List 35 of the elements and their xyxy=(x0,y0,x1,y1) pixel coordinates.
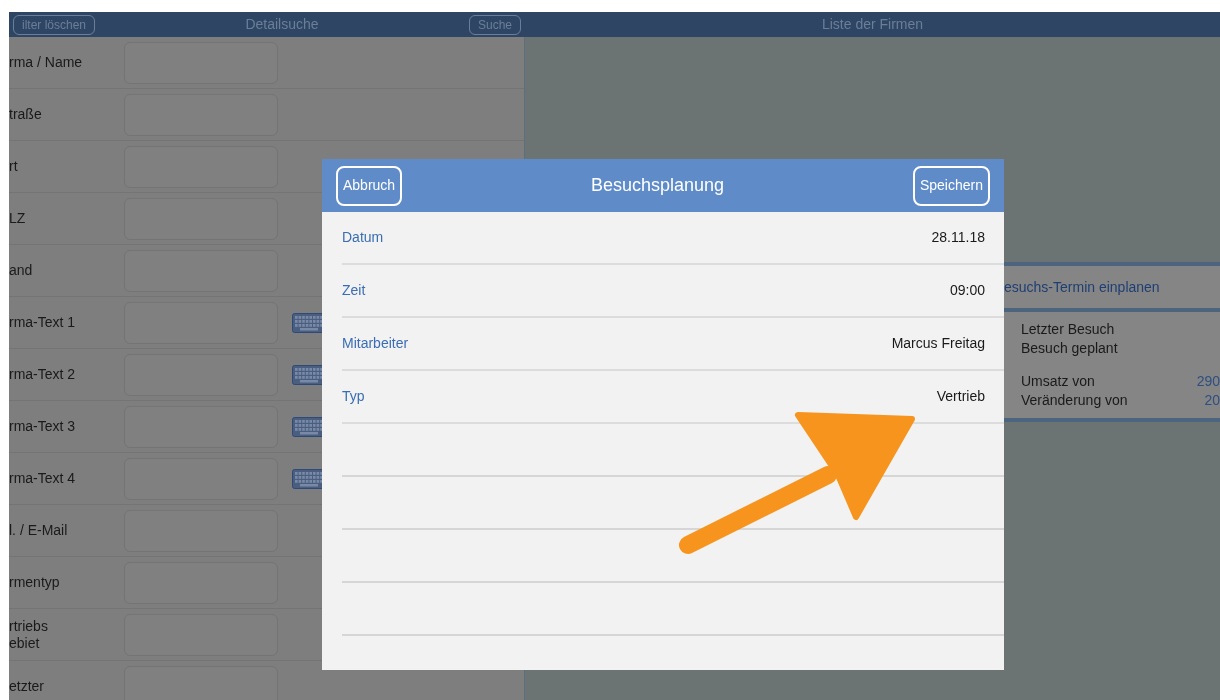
field-label: LZ xyxy=(9,210,27,227)
field-label: etzter xyxy=(9,678,45,695)
field-label: Typ xyxy=(342,387,365,406)
dialog-title: Besuchsplanung xyxy=(591,174,725,197)
save-button[interactable]: Speichern xyxy=(912,165,990,206)
schedule-visit-link[interactable]: esuchs-Termin einplanen xyxy=(1004,276,1160,298)
search-button[interactable]: Suche xyxy=(468,14,521,35)
field-label: l. / E-Mail xyxy=(9,522,69,539)
clear-filter-button[interactable]: ilter löschen xyxy=(13,14,96,35)
info-label: Veränderung von xyxy=(1021,391,1128,410)
info-value: 290 xyxy=(1196,372,1220,391)
field-label: and xyxy=(9,262,34,279)
field-label: rma-Text 4 xyxy=(9,470,77,487)
field-value[interactable]: Marcus Freitag xyxy=(891,333,985,354)
field-label: rma-Text 3 xyxy=(9,418,77,435)
info-label: Besuch geplant xyxy=(1021,339,1118,358)
field-value[interactable]: 09:00 xyxy=(949,280,985,301)
field-label: rtriebs ebiet xyxy=(9,617,49,652)
field-label: Datum xyxy=(342,228,384,247)
field-label: rmentyp xyxy=(9,574,61,591)
field-label: traße xyxy=(9,106,43,123)
field-label: Zeit xyxy=(342,281,366,300)
info-value: 20 xyxy=(1204,391,1220,410)
info-label: Umsatz von xyxy=(1021,372,1095,391)
cancel-button[interactable]: Abbruch xyxy=(336,165,403,206)
field-label: rma-Text 1 xyxy=(9,314,77,331)
field-label: rt xyxy=(9,158,19,175)
field-label: rma / Name xyxy=(9,54,84,71)
field-label: rma-Text 2 xyxy=(9,366,77,383)
panel-title: Liste der Firmen xyxy=(821,15,924,34)
field-value[interactable]: Vertrieb xyxy=(936,386,985,407)
field-value[interactable]: 28.11.18 xyxy=(931,227,985,248)
field-label: Mitarbeiter xyxy=(342,334,409,353)
panel-title: Detailsuche xyxy=(245,15,319,34)
info-label: Letzter Besuch xyxy=(1021,320,1115,339)
